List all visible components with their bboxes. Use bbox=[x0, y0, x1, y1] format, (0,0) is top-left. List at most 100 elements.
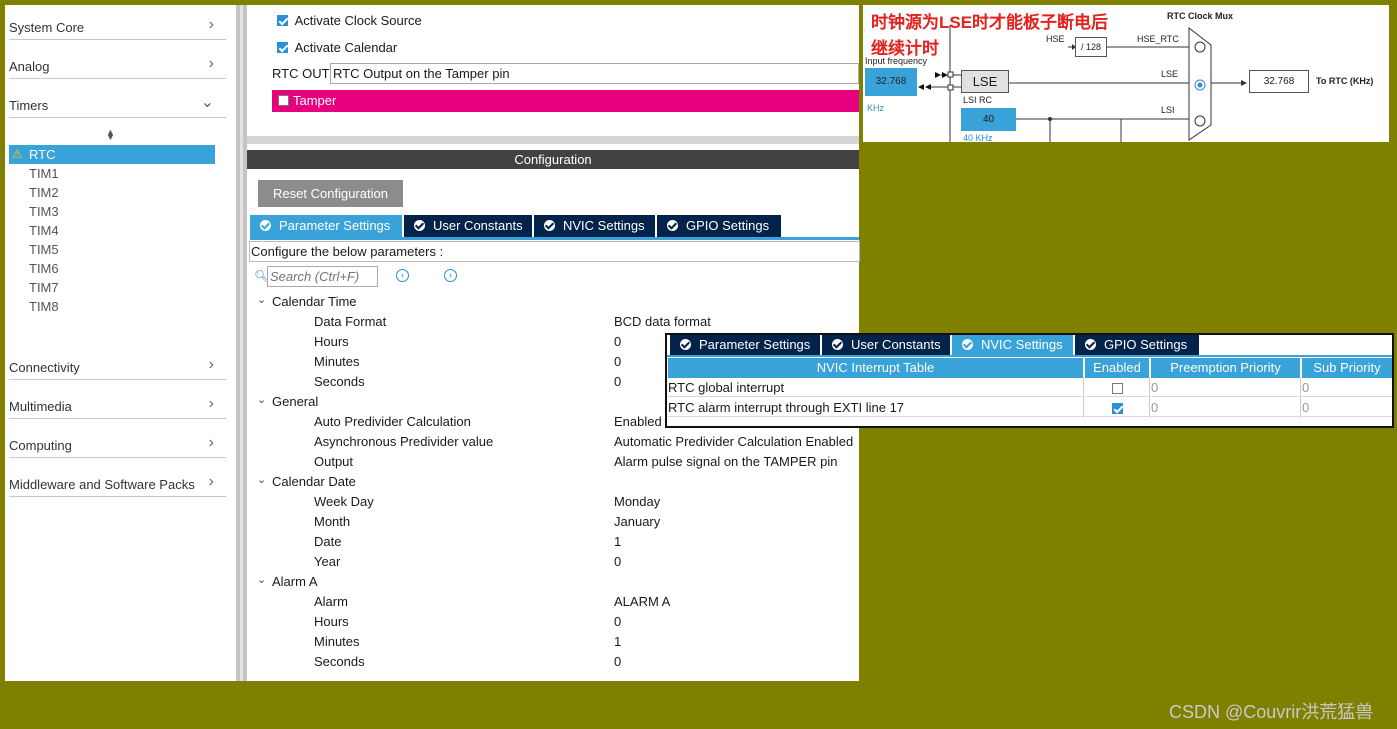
nvic-preemption-cell[interactable]: 0 bbox=[1151, 378, 1300, 397]
sidebar-item-label: TIM1 bbox=[29, 166, 59, 181]
param-value[interactable]: ALARM A bbox=[614, 594, 670, 609]
param-row[interactable]: Output Alarm pulse signal on the TAMPER p… bbox=[247, 451, 859, 471]
category-computing[interactable]: Computing › bbox=[9, 423, 226, 458]
chevron-down-icon[interactable]: ⌄ bbox=[257, 473, 266, 486]
category-label: Multimedia bbox=[9, 399, 72, 414]
param-value[interactable]: 1 bbox=[614, 634, 621, 649]
param-value[interactable]: 0 bbox=[614, 354, 621, 369]
sort-icon[interactable]: ▲ ▼ bbox=[106, 128, 115, 142]
param-group[interactable]: ⌄ Calendar Date bbox=[247, 471, 859, 491]
tab-nvic-settings[interactable]: NVIC Settings bbox=[952, 335, 1073, 355]
sidebar-item-rtc[interactable]: ⚠ RTC bbox=[9, 145, 215, 164]
search-next-icon[interactable]: › bbox=[444, 269, 457, 282]
tab-user-constants[interactable]: User Constants bbox=[822, 335, 950, 355]
param-key: Alarm bbox=[314, 594, 348, 609]
nvic-header-sub-priority[interactable]: Sub Priority bbox=[1302, 358, 1392, 378]
tab-parameter-settings[interactable]: Parameter Settings bbox=[670, 335, 820, 355]
check-circle-icon bbox=[544, 220, 555, 231]
nvic-preemption-cell[interactable]: 0 bbox=[1151, 398, 1300, 417]
param-value[interactable]: 0 bbox=[614, 614, 621, 629]
tamper-row[interactable]: Tamper bbox=[272, 90, 859, 112]
category-middleware[interactable]: Middleware and Software Packs › bbox=[9, 462, 226, 497]
tab-parameter-settings[interactable]: Parameter Settings bbox=[250, 215, 402, 237]
param-row[interactable]: Minutes 1 bbox=[247, 631, 859, 651]
chevron-down-icon[interactable]: ⌄ bbox=[257, 293, 266, 306]
tab-nvic-settings[interactable]: NVIC Settings bbox=[534, 215, 655, 237]
sidebar-item-tim4[interactable]: TIM4 bbox=[9, 221, 215, 240]
tab-gpio-settings[interactable]: GPIO Settings bbox=[657, 215, 781, 237]
category-multimedia[interactable]: Multimedia › bbox=[9, 384, 226, 419]
param-value[interactable]: Alarm pulse signal on the TAMPER pin bbox=[614, 454, 838, 469]
sidebar-item-label: TIM3 bbox=[29, 204, 59, 219]
input-frequency-field[interactable]: 32.768 bbox=[865, 68, 917, 96]
chevron-down-icon: ⌄ bbox=[200, 94, 214, 111]
tab-user-constants[interactable]: User Constants bbox=[404, 215, 532, 237]
param-key: Data Format bbox=[314, 314, 387, 329]
annotation-line-1: 时钟源为LSE时才能板子断电后 bbox=[871, 13, 1109, 32]
param-row[interactable]: Year 0 bbox=[247, 551, 859, 571]
param-value[interactable]: Monday bbox=[614, 494, 660, 509]
sidebar-item-tim5[interactable]: TIM5 bbox=[9, 240, 215, 259]
activate-clock-source-checkbox[interactable] bbox=[277, 15, 288, 27]
param-group[interactable]: ⌄ Calendar Time bbox=[247, 291, 859, 311]
activate-calendar-row[interactable]: Activate Calendar bbox=[277, 39, 397, 55]
sidebar-item-tim3[interactable]: TIM3 bbox=[9, 202, 215, 221]
param-row[interactable]: Data Format BCD data format bbox=[247, 311, 859, 331]
param-value[interactable]: 0 bbox=[614, 374, 621, 389]
chevron-down-icon[interactable]: ⌄ bbox=[257, 393, 266, 406]
chevron-down-icon[interactable]: ⌄ bbox=[257, 573, 266, 586]
param-value[interactable]: Automatic Predivider Calculation Enabled bbox=[614, 434, 853, 449]
category-analog[interactable]: Analog › bbox=[9, 44, 226, 79]
sidebar-item-tim2[interactable]: TIM2 bbox=[9, 183, 215, 202]
param-group[interactable]: ⌄ Alarm A bbox=[247, 571, 859, 591]
param-key: Asynchronous Predivider value bbox=[314, 434, 494, 449]
rtc-out-select[interactable]: RTC Output on the Tamper pin bbox=[330, 63, 859, 84]
activate-calendar-checkbox[interactable] bbox=[277, 42, 288, 54]
nvic-header-table[interactable]: NVIC Interrupt Table bbox=[668, 358, 1083, 378]
param-group-label: Calendar Date bbox=[272, 474, 356, 489]
sidebar-item-tim7[interactable]: TIM7 bbox=[9, 278, 215, 297]
tamper-checkbox[interactable] bbox=[278, 95, 289, 106]
sidebar-item-tim6[interactable]: TIM6 bbox=[9, 259, 215, 278]
nvic-header-enabled[interactable]: Enabled bbox=[1085, 358, 1149, 378]
param-value[interactable]: January bbox=[614, 514, 660, 529]
search-previous-icon[interactable]: ‹ bbox=[396, 269, 409, 282]
category-connectivity[interactable]: Connectivity › bbox=[9, 345, 226, 380]
sidebar-item-tim8[interactable]: TIM8 bbox=[9, 297, 215, 316]
category-system-core[interactable]: System Core › bbox=[9, 5, 226, 40]
nvic-sub-priority-cell[interactable]: 0 bbox=[1302, 398, 1392, 417]
lsi-line-label: LSI bbox=[1161, 105, 1175, 115]
nvic-enabled-checkbox[interactable] bbox=[1111, 383, 1123, 395]
category-timers[interactable]: Timers ⌄ bbox=[9, 83, 226, 118]
param-value[interactable]: BCD data format bbox=[614, 314, 711, 329]
param-value[interactable]: Enabled bbox=[614, 414, 662, 429]
reset-configuration-button[interactable]: Reset Configuration bbox=[258, 180, 403, 207]
param-row[interactable]: Alarm ALARM A bbox=[247, 591, 859, 611]
sidebar-item-label: TIM4 bbox=[29, 223, 59, 238]
nvic-sub-priority-cell[interactable]: 0 bbox=[1302, 378, 1392, 397]
category-label: Timers bbox=[9, 98, 49, 113]
param-value[interactable]: 1 bbox=[614, 534, 621, 549]
category-sidebar: System Core › Analog › Timers ⌄ ▲ ▼ ⚠ RTC… bbox=[5, 5, 236, 681]
search-input[interactable] bbox=[267, 266, 378, 287]
lsi-value-box: 40 bbox=[961, 108, 1016, 131]
nvic-enabled-checkbox[interactable] bbox=[1111, 403, 1123, 415]
param-value[interactable]: 0 bbox=[614, 654, 621, 669]
param-row[interactable]: Seconds 0 bbox=[247, 651, 859, 671]
rtc-clock-mux-title: RTC Clock Mux bbox=[1167, 11, 1234, 21]
param-row[interactable]: Date 1 bbox=[247, 531, 859, 551]
param-row[interactable]: Week Day Monday bbox=[247, 491, 859, 511]
sidebar-item-tim1[interactable]: TIM1 bbox=[9, 164, 215, 183]
param-row[interactable]: Hours 0 bbox=[247, 611, 859, 631]
param-row[interactable]: Month January bbox=[247, 511, 859, 531]
lsi-unit-label: 40 KHz bbox=[963, 133, 993, 142]
category-label: Computing bbox=[9, 438, 72, 453]
tab-gpio-settings[interactable]: GPIO Settings bbox=[1075, 335, 1199, 355]
param-value[interactable]: 0 bbox=[614, 554, 621, 569]
param-row[interactable]: Asynchronous Predivider value Automatic P… bbox=[247, 431, 859, 451]
param-key: Hours bbox=[314, 334, 349, 349]
nvic-header-preemption[interactable]: Preemption Priority bbox=[1151, 358, 1300, 378]
activate-clock-source-row[interactable]: Activate Clock Source bbox=[277, 12, 422, 28]
chevron-right-icon: › bbox=[208, 395, 214, 412]
param-value[interactable]: 0 bbox=[614, 334, 621, 349]
